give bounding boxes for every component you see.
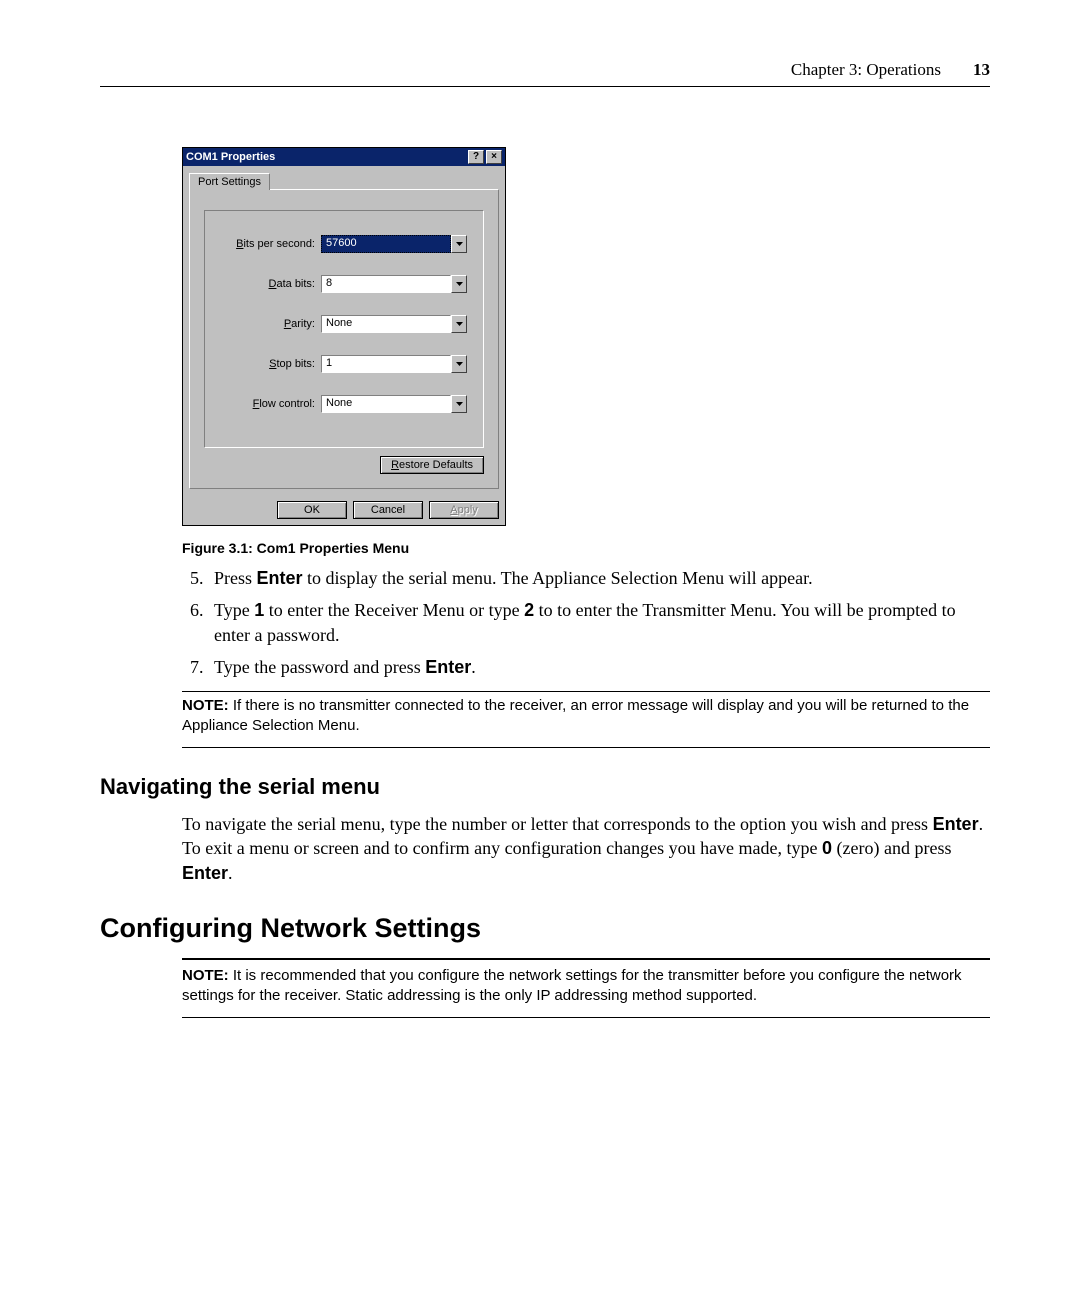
chevron-down-icon[interactable] xyxy=(451,395,467,413)
databits-combo[interactable]: 8 xyxy=(321,275,467,293)
note2-rule-bottom xyxy=(182,1017,990,1018)
bps-label: Bits per second: xyxy=(221,238,321,250)
bps-input[interactable]: 57600 xyxy=(321,235,451,253)
field-data-bits: Data bits: 8 xyxy=(221,275,467,293)
restore-defaults-button[interactable]: Restore Defaults xyxy=(380,456,484,474)
ok-button[interactable]: OK xyxy=(277,501,347,519)
chevron-down-icon[interactable] xyxy=(451,235,467,253)
page-number: 13 xyxy=(973,60,990,80)
stopbits-combo[interactable]: 1 xyxy=(321,355,467,373)
flow-label: Flow control: xyxy=(221,398,321,410)
chevron-down-icon[interactable] xyxy=(451,315,467,333)
note-2: NOTE: It is recommended that you configu… xyxy=(182,966,990,1005)
step-7: Type the password and press Enter. xyxy=(208,655,990,679)
dialog-title: COM1 Properties xyxy=(186,151,466,163)
close-icon[interactable]: × xyxy=(486,150,502,164)
note-rule-bottom xyxy=(182,747,990,748)
bps-combo[interactable]: 57600 xyxy=(321,235,467,253)
chevron-down-icon[interactable] xyxy=(451,275,467,293)
navigating-paragraph: To navigate the serial menu, type the nu… xyxy=(182,812,990,885)
header-rule xyxy=(100,86,990,87)
field-flow-control: Flow control: None xyxy=(221,395,467,413)
tab-port-settings[interactable]: Port Settings xyxy=(189,173,270,190)
chapter-label: Chapter 3: Operations xyxy=(791,60,941,80)
field-parity: Parity: None xyxy=(221,315,467,333)
field-bits-per-second: Bits per second: 57600 xyxy=(221,235,467,253)
parity-input[interactable]: None xyxy=(321,315,451,333)
cancel-button[interactable]: Cancel xyxy=(353,501,423,519)
databits-label: Data bits: xyxy=(221,278,321,290)
com1-properties-dialog: COM1 Properties ? × Port Settings Bits p… xyxy=(182,147,506,526)
step-5: Press Enter to display the serial menu. … xyxy=(208,566,990,590)
field-stop-bits: Stop bits: 1 xyxy=(221,355,467,373)
step-6: Type 1 to enter the Receiver Menu or typ… xyxy=(208,598,990,647)
note-1: NOTE: If there is no transmitter connect… xyxy=(182,696,990,735)
note-rule-top xyxy=(182,691,990,692)
steps-list: Press Enter to display the serial menu. … xyxy=(182,566,990,679)
flow-combo[interactable]: None xyxy=(321,395,467,413)
note2-rule-top xyxy=(182,958,990,960)
dialog-button-row: OK Cancel Apply xyxy=(183,495,505,525)
page-header: Chapter 3: Operations 13 xyxy=(100,60,990,80)
chevron-down-icon[interactable] xyxy=(451,355,467,373)
tab-panel: Bits per second: 57600 Data bits: 8 Pari… xyxy=(189,189,499,489)
dialog-titlebar[interactable]: COM1 Properties ? × xyxy=(183,148,505,166)
tab-strip: Port Settings xyxy=(183,166,505,189)
parity-label: Parity: xyxy=(221,318,321,330)
databits-input[interactable]: 8 xyxy=(321,275,451,293)
apply-button[interactable]: Apply xyxy=(429,501,499,519)
settings-group: Bits per second: 57600 Data bits: 8 Pari… xyxy=(204,210,484,448)
heading-configuring: Configuring Network Settings xyxy=(100,913,990,944)
parity-combo[interactable]: None xyxy=(321,315,467,333)
help-icon[interactable]: ? xyxy=(468,150,484,164)
stopbits-label: Stop bits: xyxy=(221,358,321,370)
stopbits-input[interactable]: 1 xyxy=(321,355,451,373)
figure-caption: Figure 3.1: Com1 Properties Menu xyxy=(182,540,990,556)
restore-row: Restore Defaults xyxy=(204,456,484,474)
heading-navigating: Navigating the serial menu xyxy=(100,774,990,800)
flow-input[interactable]: None xyxy=(321,395,451,413)
